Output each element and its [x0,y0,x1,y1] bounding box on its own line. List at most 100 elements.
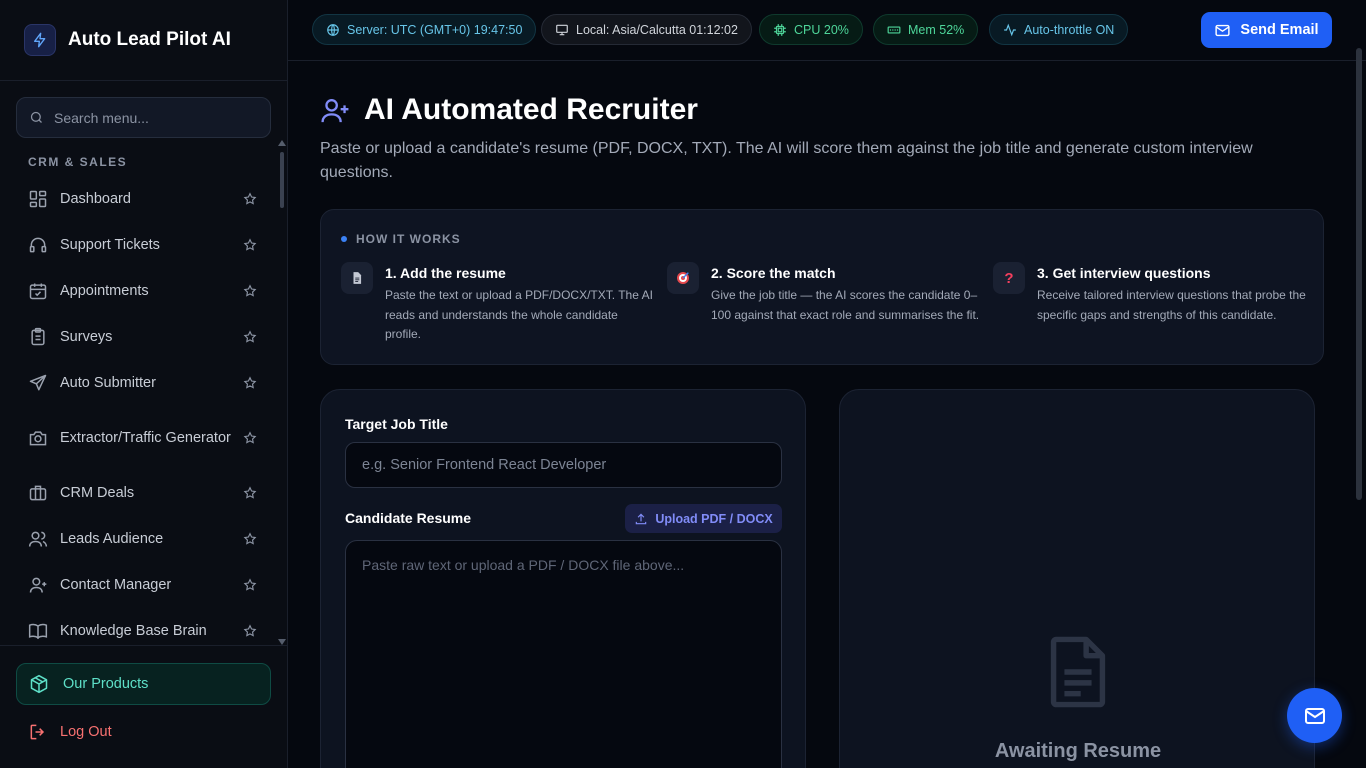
lightning-icon [24,24,56,56]
our-products-button[interactable]: Our Products [16,663,271,705]
star-icon[interactable] [243,284,257,298]
star-icon[interactable] [243,431,257,445]
upload-resume-button[interactable]: Upload PDF / DOCX [625,504,782,533]
sidebar-item-label: Surveys [60,329,113,345]
star-icon[interactable] [243,624,257,638]
search-icon [30,111,42,123]
sidebar-item-label: Knowledge Base Brain [60,623,207,639]
cpu-icon [774,23,786,36]
auto-throttle-text: Auto-throttle ON [1024,22,1115,37]
cpu-chip: CPU 20% [759,14,863,45]
scroll-thumb[interactable] [280,152,284,208]
how-it-works-text: HOW IT WORKS [356,232,461,246]
memory-text: Mem 52% [908,22,965,37]
briefcase-icon [29,485,47,501]
floating-mail-button[interactable] [1287,688,1342,743]
page-scrollbar[interactable] [1356,48,1362,500]
mail-icon [1304,707,1325,724]
sidebar-item-label: Leads Audience [60,531,164,547]
our-products-label: Our Products [63,676,149,692]
sidebar-item-surveys[interactable]: Surveys [16,314,271,360]
page-title: AI Automated Recruiter [364,93,698,126]
user-plus-icon [321,98,349,122]
monitor-icon [556,24,568,35]
send-email-button[interactable]: Send Email [1201,12,1332,48]
sidebar-item-crm-deals[interactable]: CRM Deals [16,470,271,516]
how-it-works-label: HOW IT WORKS [341,232,461,246]
camera-icon [29,431,47,446]
mail-icon [1215,24,1230,36]
clipboard-icon [31,327,45,346]
search-input[interactable] [54,109,254,126]
resume-input-card: Target Job Title Candidate Resume Upload… [320,389,806,768]
sidebar-nav: Dashboard Support Tickets Appointments S… [16,176,271,642]
job-title-label: Target Job Title [345,416,448,432]
auto-throttle-chip[interactable]: Auto-throttle ON [989,14,1129,45]
step-title: 2. Score the match [711,265,836,281]
page-header: AI Automated Recruiter [320,93,698,127]
resume-label: Candidate Resume [345,510,472,526]
activity-icon [1004,23,1016,36]
globe-icon [327,23,339,36]
star-icon[interactable] [243,192,257,206]
step-description: Paste the text or upload a PDF/DOCX/TXT.… [385,288,653,341]
sidebar-item-knowledge-base[interactable]: Knowledge Base Brain [16,608,271,642]
app-title: Auto Lead Pilot AI [68,29,231,50]
sidebar-item-label: CRM Deals [60,485,135,501]
scroll-up-arrow[interactable] [278,140,286,146]
sidebar-item-auto-submitter[interactable]: Auto Submitter [16,360,271,406]
star-icon[interactable] [243,486,257,500]
sidebar: Auto Lead Pilot AI CRM & SALES Dashboard… [0,0,288,768]
bullet-dot [341,236,347,242]
book-icon [28,623,48,640]
resume-textarea[interactable] [345,540,782,768]
users-icon [28,531,48,547]
logout-icon [30,724,45,740]
upload-label: Upload PDF / DOCX [655,511,773,526]
memory-icon [887,26,901,33]
sidebar-item-contact-manager[interactable]: Contact Manager [16,562,271,608]
document-icon [341,262,373,294]
local-time-chip: Local: Asia/Calcutta 01:12:02 [541,14,752,45]
upload-icon [636,513,647,524]
file-text-icon [1050,636,1106,708]
sidebar-search[interactable] [16,97,271,138]
cpu-text: CPU 20% [794,22,849,37]
sidebar-item-label: Appointments [60,283,149,299]
sidebar-scrollbar[interactable] [278,140,286,645]
sidebar-item-appointments[interactable]: Appointments [16,268,271,314]
awaiting-resume-title: Awaiting Resume [994,740,1162,762]
star-icon[interactable] [243,532,257,546]
results-card: Awaiting Resume [839,389,1315,768]
sidebar-item-label: Extractor/Traffic Generator [60,430,231,446]
sidebar-item-dashboard[interactable]: Dashboard [16,176,271,222]
star-icon[interactable] [243,330,257,344]
section-label: CRM & SALES [28,155,128,169]
sidebar-item-extractor[interactable]: Extractor/Traffic Generator [16,406,271,470]
sidebar-item-leads-audience[interactable]: Leads Audience [16,516,271,562]
logout-button[interactable]: Log Out [28,722,112,742]
server-time-text: Server: UTC (GMT+0) 19:47:50 [347,22,523,37]
calendar-check-icon [29,283,47,300]
step-description: Receive tailored interview questions tha… [1037,288,1306,322]
job-title-input[interactable] [345,442,782,488]
server-time-chip: Server: UTC (GMT+0) 19:47:50 [312,14,537,45]
star-icon[interactable] [243,376,257,390]
grid-icon [29,190,47,208]
brand: Auto Lead Pilot AI [0,0,287,81]
target-icon [667,262,699,294]
sidebar-item-label: Dashboard [60,191,131,207]
sidebar-item-support-tickets[interactable]: Support Tickets [16,222,271,268]
page-subtitle: Paste or upload a candidate's resume (PD… [320,140,1253,181]
star-icon[interactable] [243,238,257,252]
logout-label: Log Out [60,724,112,740]
step-description: Give the job title — the AI scores the c… [711,288,980,322]
send-icon [29,374,47,391]
send-email-label: Send Email [1240,22,1319,38]
question-icon: ? [993,262,1025,294]
star-icon[interactable] [243,578,257,592]
topbar: Server: UTC (GMT+0) 19:47:50 Local: Asia… [288,0,1366,61]
headset-icon [29,237,47,253]
box-icon [30,674,48,694]
user-group-icon [29,577,47,593]
